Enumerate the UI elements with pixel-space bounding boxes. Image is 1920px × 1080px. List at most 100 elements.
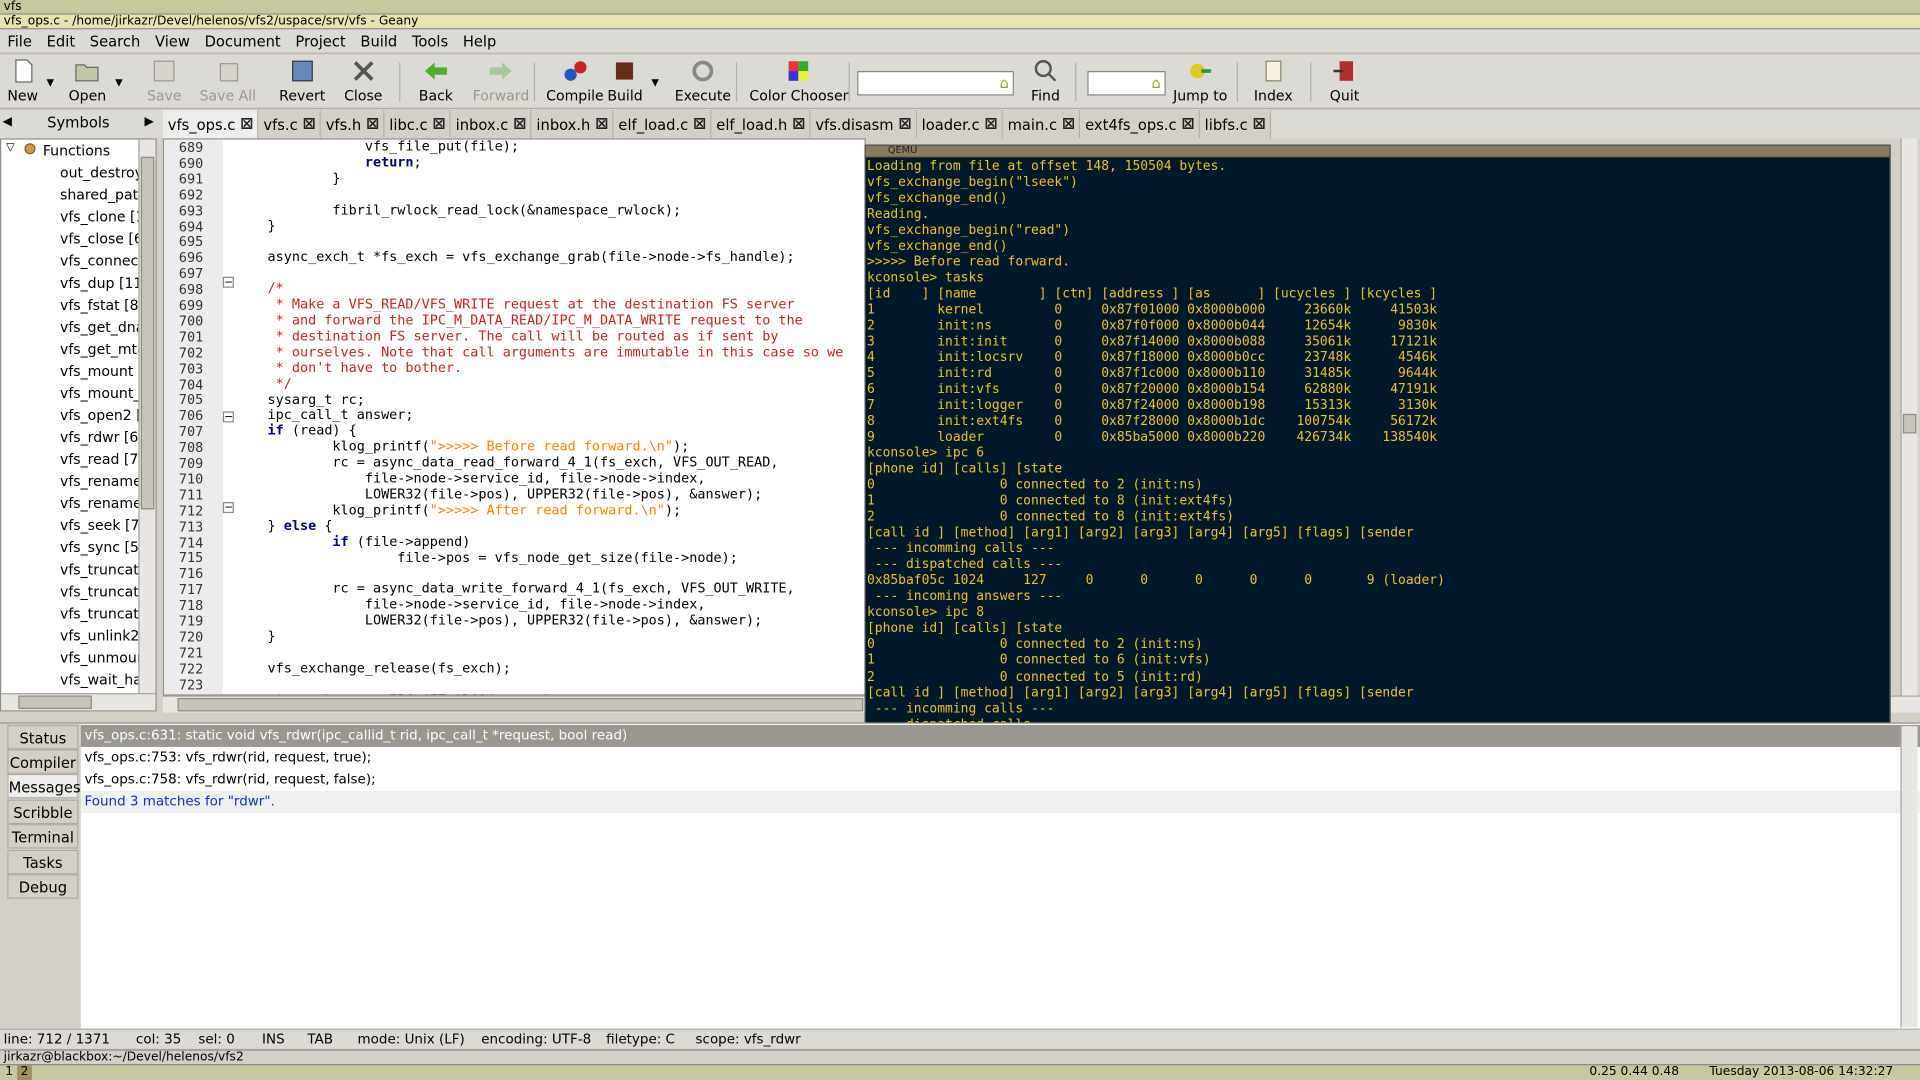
tab-close-icon[interactable]: ⊠ xyxy=(595,115,608,133)
tab-elf-load-c[interactable]: elf_load.c ⊠ xyxy=(613,110,712,139)
tab-close-icon[interactable]: ⊠ xyxy=(1253,115,1266,133)
tab-close-icon[interactable]: ⊠ xyxy=(366,115,379,133)
menu-tools[interactable]: Tools xyxy=(405,32,456,49)
tab-status[interactable]: Status xyxy=(7,724,79,750)
tabs-scroll-icon[interactable]: ▶ xyxy=(144,115,153,128)
line-number: 713 xyxy=(178,518,204,535)
tab-close-icon[interactable]: ⊠ xyxy=(433,115,446,133)
symbol-label: vfs_mount_ir xyxy=(60,384,151,402)
tab-debug[interactable]: Debug xyxy=(7,874,79,899)
workspace-2[interactable]: 2 xyxy=(17,1065,32,1080)
tab-tasks[interactable]: Tasks xyxy=(7,849,79,875)
tab-scribble[interactable]: Scribble xyxy=(7,799,79,825)
message-scrollbar[interactable] xyxy=(1900,726,1918,1028)
tab-inbox-c[interactable]: inbox.c ⊠ xyxy=(450,110,532,139)
fold-marker-icon[interactable]: − xyxy=(222,276,234,288)
find-button[interactable]: Find xyxy=(1031,58,1060,104)
tab-close-icon[interactable]: ⊠ xyxy=(1182,115,1195,133)
tab-main-c[interactable]: main.c ⊠ xyxy=(1002,110,1081,139)
fold-marker-icon[interactable]: − xyxy=(222,411,234,423)
tab-vfs-c[interactable]: vfs.c ⊠ xyxy=(258,110,321,139)
shell-title-bar[interactable]: jirkazr@blackbox:~/Devel/helenos/vfs2 xyxy=(0,1049,1920,1065)
tab-terminal[interactable]: Terminal xyxy=(7,824,79,849)
menu-project[interactable]: Project xyxy=(288,32,353,49)
tab-ext4fs-ops-c[interactable]: ext4fs_ops.c ⊠ xyxy=(1080,110,1200,139)
open-dropdown-icon[interactable]: ▼ xyxy=(115,77,123,88)
tab-close-icon[interactable]: ⊠ xyxy=(792,115,805,133)
code-text[interactable]: vfs_file_put(file); return; } fibril_rwl… xyxy=(235,140,844,695)
sidebar-scrollbar[interactable] xyxy=(138,139,156,694)
code-editor[interactable]: 689 690 691 692 693 694 695 696 697 698 699 700 701 7… xyxy=(162,138,866,696)
build-dropdown-icon[interactable]: ▼ xyxy=(651,77,659,88)
menu-document[interactable]: Document xyxy=(197,32,288,49)
console-line: kconsole> tasks xyxy=(866,270,985,286)
menu-file[interactable]: File xyxy=(0,32,39,49)
editor-scroll-thumb[interactable] xyxy=(1902,413,1917,434)
sidebar-hscroll-thumb[interactable] xyxy=(18,695,92,709)
tab-vfs-h[interactable]: vfs.h ⊠ xyxy=(320,110,385,139)
workspace-1[interactable]: 1 xyxy=(2,1065,15,1080)
open-button[interactable]: Open xyxy=(69,58,106,104)
message-row[interactable]: vfs_ops.c:753: vfs_rdwr(rid, request, tr… xyxy=(81,747,1920,769)
tab-close-icon[interactable]: ⊠ xyxy=(693,115,706,133)
menu-edit[interactable]: Edit xyxy=(39,32,82,49)
new-dropdown-icon[interactable]: ▼ xyxy=(47,77,55,88)
symbol-label: vfs_connect_ xyxy=(60,252,151,270)
message-row[interactable]: Found 3 matches for "rdwr". xyxy=(80,791,1920,814)
search-clear-icon[interactable]: ⌂ xyxy=(1000,75,1009,92)
tab-close-icon[interactable]: ⊠ xyxy=(898,115,911,133)
tree-collapse-icon[interactable]: ▽ xyxy=(6,142,14,154)
editor-scrollbar[interactable] xyxy=(1900,138,1918,696)
sidebar-hscrollbar[interactable] xyxy=(1,693,156,711)
goto-clear-icon[interactable]: ⌂ xyxy=(1151,75,1160,92)
functions-root[interactable]: Functions xyxy=(43,140,110,162)
search-input[interactable]: ⌂ xyxy=(857,71,1014,96)
console-line: [call id ] [method] [arg1] [arg2] [arg3]… xyxy=(866,685,1414,700)
tab-close-icon[interactable]: ⊠ xyxy=(513,115,526,133)
tab-close-icon[interactable]: ⊠ xyxy=(303,115,316,133)
tab-vfs-disasm[interactable]: vfs.disasm ⊠ xyxy=(810,110,917,139)
menu-search[interactable]: Search xyxy=(82,32,147,49)
tab-inbox-h[interactable]: inbox.h ⊠ xyxy=(531,110,614,139)
revert-button[interactable]: Revert xyxy=(279,58,325,104)
tab-close-icon[interactable]: ⊠ xyxy=(1062,115,1075,133)
save-all-button[interactable]: Save All xyxy=(200,58,256,104)
status-col: col: 35 xyxy=(135,1031,182,1047)
build-button[interactable]: Build xyxy=(607,58,643,104)
status-encoding: encoding: UTF-8 xyxy=(481,1031,592,1047)
tab-libc-c[interactable]: libc.c ⊠ xyxy=(384,110,451,139)
window-title-bar[interactable]: vfs_ops.c - /home/jirkazr/Devel/helenos/… xyxy=(0,14,1920,30)
tab-symbols[interactable]: Symbols xyxy=(17,114,139,131)
tab-libfs-c[interactable]: libfs.c ⊠ xyxy=(1199,110,1271,139)
new-button[interactable]: New xyxy=(7,58,38,104)
back-button[interactable]: Back xyxy=(419,58,453,104)
jump-to-button[interactable]: Jump to xyxy=(1173,58,1227,104)
sidebar-scroll-left-icon[interactable]: ◀ xyxy=(2,115,11,128)
tab-close-icon[interactable]: ⊠ xyxy=(984,115,997,133)
sidebar-scroll-thumb[interactable] xyxy=(140,156,155,510)
editor-hscroll-thumb[interactable] xyxy=(177,697,864,712)
menu-help[interactable]: Help xyxy=(455,32,503,49)
color-chooser-button[interactable]: Color Chooser xyxy=(749,58,848,104)
tab-loader-c[interactable]: loader.c ⊠ xyxy=(916,110,1003,139)
tab-close-icon[interactable]: ⊠ xyxy=(240,115,253,133)
save-button[interactable]: Save xyxy=(147,58,182,104)
forward-button[interactable]: Forward xyxy=(473,58,529,104)
tab-elf-load-h[interactable]: elf_load.h ⊠ xyxy=(711,110,811,139)
menu-build[interactable]: Build xyxy=(353,32,405,49)
close-button[interactable]: Close xyxy=(344,58,382,104)
console-line: 9 loader 0 0x85ba5000 0x8000b220 426734k… xyxy=(866,430,1438,445)
qemu-title-bar[interactable]: QEMU xyxy=(865,144,1890,158)
quit-button[interactable]: Quit xyxy=(1330,58,1359,104)
goto-line-input[interactable]: ⌂ xyxy=(1087,71,1166,96)
message-row[interactable]: vfs_ops.c:758: vfs_rdwr(rid, request, fa… xyxy=(81,769,1920,791)
index-button[interactable]: Index xyxy=(1254,58,1293,104)
tab-messages[interactable]: Messages xyxy=(7,773,81,799)
menu-view[interactable]: View xyxy=(148,32,198,49)
tab-vfs-ops-c[interactable]: vfs_ops.c ⊠ xyxy=(162,110,259,139)
message-row[interactable]: vfs_ops.c:631: static void vfs_rdwr(ipc_… xyxy=(80,724,1920,747)
fold-marker-icon[interactable]: − xyxy=(222,502,234,514)
compile-button[interactable]: Compile xyxy=(546,58,604,104)
execute-button[interactable]: Execute xyxy=(675,58,731,104)
tab-compiler[interactable]: Compiler xyxy=(7,749,79,774)
